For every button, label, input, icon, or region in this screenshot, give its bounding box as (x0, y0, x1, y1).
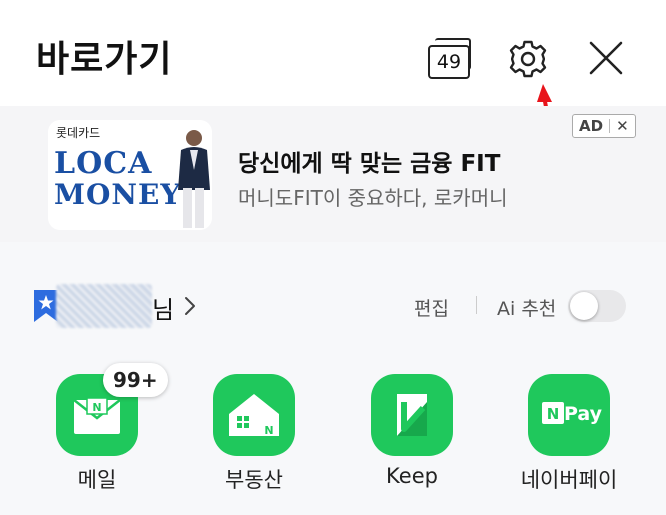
app-keep[interactable] (371, 374, 453, 456)
user-name-suffix[interactable]: 님 (152, 290, 174, 325)
tab-count: 49 (428, 45, 470, 79)
settings-button[interactable] (506, 37, 550, 81)
svg-text:N: N (264, 424, 273, 437)
page-title: 바로가기 (36, 39, 173, 80)
toggle-knob (570, 292, 598, 320)
app-label-mail: 메일 (77, 468, 117, 492)
svg-text:N: N (92, 401, 101, 414)
ad-headline: 당신에게 딱 맞는 금융 FIT (238, 151, 501, 177)
npay-icon-text: Pay (564, 403, 603, 425)
ad-model-image (178, 130, 210, 228)
close-icon (589, 41, 623, 75)
ad-logo-line1: LOCA (54, 146, 153, 181)
ad-close-icon[interactable]: ✕ (610, 117, 635, 135)
keep-icon (397, 394, 427, 436)
ad-logo-line2: MONEY (54, 178, 182, 211)
ad-label: AD (579, 117, 604, 135)
app-label-real-estate: 부동산 (225, 468, 283, 492)
app-label-keep: Keep (386, 464, 438, 488)
edit-button[interactable]: 편집 (414, 294, 449, 321)
ai-recommend-label: Ai 추천 (497, 298, 557, 320)
app-naver-pay[interactable]: N Pay (528, 374, 610, 456)
app-label-naver-pay: 네이버페이 (520, 468, 618, 492)
ad-banner[interactable]: 롯데카드 LOCA MONEY 당신에게 딱 맞는 금융 FIT 머니도FIT이… (0, 106, 666, 242)
ad-brand: 롯데카드 (56, 126, 101, 140)
house-icon: N (229, 394, 279, 437)
unread-badge: 99+ (103, 363, 168, 397)
close-button[interactable] (588, 40, 624, 76)
bookmark-star-icon (34, 290, 58, 322)
divider (476, 296, 477, 314)
ad-thumbnail: 롯데카드 LOCA MONEY (48, 120, 212, 230)
chevron-right-icon[interactable] (182, 293, 198, 319)
username-redacted (56, 284, 152, 328)
npay-icon: N Pay (542, 402, 603, 425)
app-real-estate[interactable]: N (213, 374, 295, 456)
ad-badge[interactable]: AD ✕ (572, 114, 636, 138)
ai-recommend-toggle[interactable] (568, 290, 626, 322)
tab-count-button[interactable]: 49 (428, 38, 472, 79)
gear-icon (509, 40, 547, 78)
ad-subtext: 머니도FIT이 중요하다, 로카머니 (238, 186, 508, 210)
svg-text:N: N (547, 405, 560, 423)
